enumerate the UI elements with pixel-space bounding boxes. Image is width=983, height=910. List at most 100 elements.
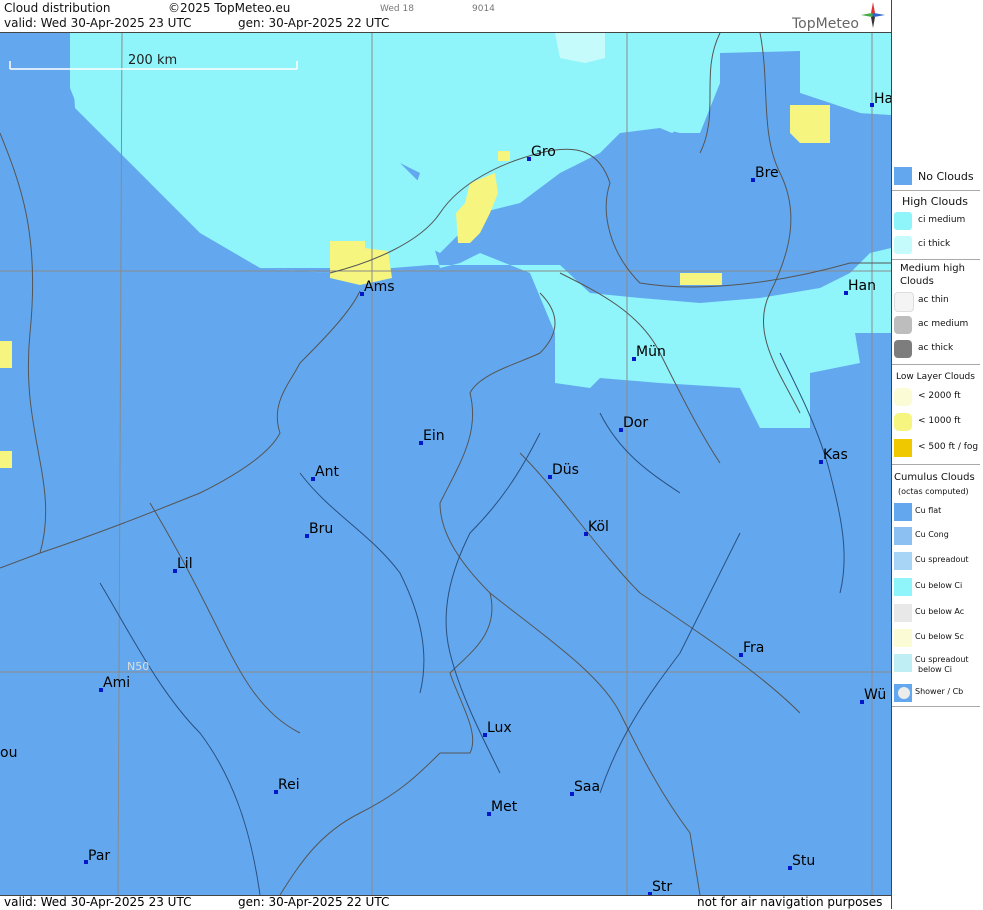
cu-below-ci-label: Cu below Ci [915,581,963,590]
city-label-gro: Gro [531,144,556,160]
city-label-met: Met [491,799,518,815]
shower-swatch [894,684,912,702]
city-label-lil: Lil [177,556,193,572]
low-1000-label: < 1000 ft [918,416,961,426]
scale-label: 200 km [128,53,177,68]
product-title: Cloud distribution [4,1,111,15]
ac-thick-label: ac thick [918,343,954,353]
legend-low-1000: < 1000 ft [892,411,982,433]
brand-name: TopMeteo [792,16,859,32]
legend-cu-spreadout: Cu spreadout [892,550,982,572]
topmeteo-logo: TopMeteo [790,2,885,32]
city-label-fra: Fra [743,640,764,656]
cumulus-title-2: (octas computed) [898,487,969,496]
shower-label: Shower / Cb [915,687,964,696]
cu-flat-label: Cu flat [915,506,942,515]
ci-medium-swatch [894,212,912,230]
legend-ac-thin: ac thin [892,290,982,312]
cu-below-ac-swatch [894,604,912,622]
low-cloud-han [680,273,722,285]
city-label-lux: Lux [487,720,512,736]
legend-cu-below-sc: Cu below Sc [892,627,982,649]
low-500-swatch [894,439,912,457]
footer-generated-time: gen: 30-Apr-2025 22 UTC [238,895,390,909]
city-label-dor: Dor [623,415,648,431]
low-cloud-dot-gro [498,151,510,161]
city-label-saa: Saa [574,779,600,795]
cu-flat-swatch [894,503,912,521]
city-label-ou: ou [0,745,17,761]
city-label-bru: Bru [309,521,333,537]
cu-spreadout-below-ci-label-2: below Ci [918,665,953,674]
cu-below-sc-swatch [894,629,912,647]
legend-ac-medium: ac medium [892,314,982,336]
low-500-label: < 500 ft / fog [918,442,979,452]
generated-time: gen: 30-Apr-2025 22 UTC [238,16,390,30]
low-clouds-title: Low Layer Clouds [896,372,975,382]
city-label-ams: Ams [364,279,395,295]
low-1000-swatch [894,413,912,431]
ci-thick-swatch [894,236,912,254]
rivers [99,352,845,895]
footer-valid-time: valid: Wed 30-Apr-2025 23 UTC [4,895,192,909]
legend-no-clouds: No Clouds [892,165,982,187]
legend-cu-spreadout-below-ci: Cu spreadout below Ci [892,652,982,674]
legend-divider [892,464,980,465]
city-label-str: Str [652,879,672,895]
medium-clouds-title-2: Clouds [900,276,934,287]
cumulus-title-1: Cumulus Clouds [894,472,975,483]
city-label-kol: Köl [588,519,609,535]
disclaimer: not for air navigation purposes [697,895,883,909]
legend-ci-medium: ci medium [892,210,982,232]
day-code: Wed 18 [380,4,414,14]
legend-divider [892,259,980,260]
cu-cong-swatch [894,527,912,545]
legend-cu-flat: Cu flat [892,501,982,523]
no-clouds-swatch [894,167,912,185]
city-label-rei: Rei [278,777,300,793]
city-label-han: Han [848,278,876,294]
legend-divider [892,190,980,191]
legend-divider [892,364,980,365]
legend-shower: Shower / Cb [892,682,982,704]
cu-below-ci-swatch [894,578,912,596]
low-cloud-brem [790,105,830,143]
cu-spreadout-below-ci-swatch [894,654,912,672]
legend-low-500: < 500 ft / fog [892,437,982,459]
city-label-kas: Kas [823,447,848,463]
ac-medium-label: ac medium [918,319,969,329]
cu-below-sc-label: Cu below Sc [915,632,964,641]
city-label-ein: Ein [423,428,445,444]
cu-spreadout-below-ci-label-1: Cu spreadout [915,655,969,664]
legend-ci-thick: ci thick [892,234,982,256]
ac-thick-swatch [894,340,912,358]
city-label-mun: Mün [636,344,666,360]
map-canvas: 200 km N50 Ha Gro Bre Ams Han Mün Ein Do… [0,33,891,895]
compass-star-icon [861,2,885,28]
ci-medium-label: ci medium [918,215,966,225]
no-clouds-label: No Clouds [918,170,974,183]
city-label-ami: Ami [103,675,130,691]
cloud-map[interactable]: 200 km N50 Ha Gro Bre Ams Han Mün Ein Do… [0,33,891,895]
cu-cong-label: Cu Cong [915,530,949,539]
city-label-ant: Ant [315,464,339,480]
latitude-label: N50 [127,660,149,673]
valid-time: valid: Wed 30-Apr-2025 23 UTC [4,16,192,30]
legend-cu-cong: Cu Cong [892,525,982,547]
low-2000-swatch [894,388,912,406]
low-cloud-west-1 [0,341,12,368]
high-clouds-title: High Clouds [902,195,968,208]
ac-thin-swatch [894,292,914,312]
city-label-dus: Düs [552,462,579,478]
map-footer: valid: Wed 30-Apr-2025 23 UTC gen: 30-Ap… [0,895,891,910]
ci-thick-label: ci thick [918,239,951,249]
low-2000-label: < 2000 ft [918,391,961,401]
ci-thick-area [555,33,605,63]
legend-ac-thick: ac thick [892,338,982,360]
cu-spreadout-swatch [894,552,912,570]
shower-cb-icon [898,687,910,699]
city-label-wu: Wü [864,687,886,703]
medium-clouds-title-1: Medium high [900,263,965,274]
legend-low-2000: < 2000 ft [892,386,982,408]
low-cloud-west-2 [0,451,12,468]
